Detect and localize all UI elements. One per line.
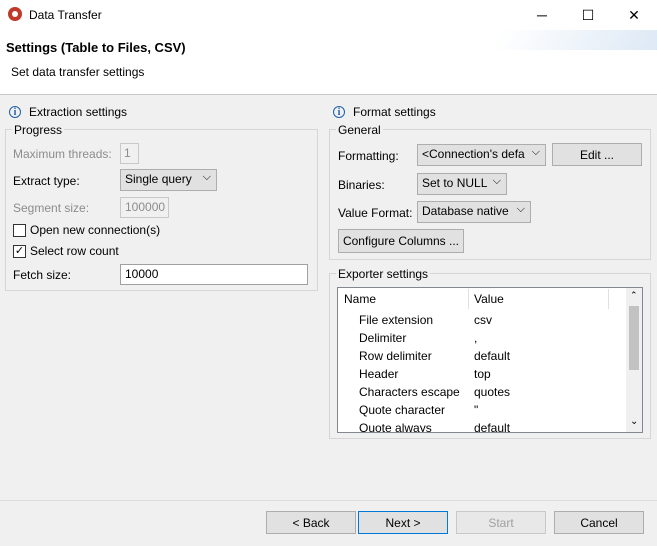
column-divider	[608, 289, 609, 309]
header-banner-decoration	[491, 30, 657, 50]
start-button[interactable]: Start	[456, 511, 546, 534]
chevron-down-icon: ⌵	[529, 146, 540, 159]
close-button[interactable]: ✕	[611, 0, 657, 30]
extract-type-label: Extract type:	[13, 174, 80, 188]
extract-type-value: Single query	[125, 172, 192, 186]
configure-columns-button[interactable]: Configure Columns ...	[338, 229, 464, 253]
column-header-name[interactable]: Name	[344, 292, 376, 306]
segment-size-input: 100000	[120, 197, 169, 218]
scroll-down-arrow-icon[interactable]: ⌄	[630, 417, 638, 427]
page-title: Settings (Table to Files, CSV)	[6, 40, 186, 55]
fetch-size-label: Fetch size:	[13, 268, 72, 282]
edit-formatting-button[interactable]: Edit ...	[552, 143, 642, 166]
row-name[interactable]: Characters escape	[359, 385, 460, 399]
general-group-label: General	[336, 123, 383, 137]
chevron-down-icon: ⌵	[202, 171, 211, 183]
value-format-label: Value Format:	[338, 206, 413, 220]
chevron-down-icon: ⌵	[492, 175, 501, 187]
column-divider[interactable]	[468, 289, 469, 309]
row-name[interactable]: Row delimiter	[359, 349, 432, 363]
max-threads-label: Maximum threads:	[13, 147, 112, 161]
scrollbar-thumb[interactable]	[629, 306, 639, 370]
value-format-select[interactable]: Database native ⌵	[417, 201, 531, 223]
row-name[interactable]: File extension	[359, 313, 433, 327]
scroll-up-arrow-icon[interactable]: ⌃	[630, 290, 638, 300]
title-bar: Data Transfer ─ ☐ ✕	[0, 0, 657, 30]
exporter-settings-label: Exporter settings	[336, 267, 431, 281]
progress-group-label: Progress	[12, 123, 65, 137]
segment-size-label: Segment size:	[13, 201, 90, 215]
column-header-value[interactable]: Value	[474, 292, 504, 306]
row-name[interactable]: Quote always	[359, 421, 432, 432]
formatting-select[interactable]: <Connection's defa ⌵	[417, 144, 546, 166]
row-name[interactable]: Quote character	[359, 403, 445, 417]
row-value[interactable]: default	[474, 421, 510, 432]
footer-divider	[0, 500, 657, 501]
dbeaver-app-icon	[8, 7, 22, 21]
binaries-label: Binaries:	[338, 178, 385, 192]
row-value[interactable]: top	[474, 367, 491, 381]
minimize-button[interactable]: ─	[519, 0, 565, 30]
format-settings-title: Format settings	[353, 105, 436, 119]
fetch-size-input[interactable]: 10000	[120, 264, 308, 285]
open-new-connections-checkbox[interactable]	[13, 224, 26, 237]
row-value[interactable]: default	[474, 349, 510, 363]
binaries-select[interactable]: Set to NULL ⌵	[417, 173, 507, 195]
extract-type-select[interactable]: Single query ⌵	[120, 169, 217, 191]
info-icon: i	[333, 106, 345, 118]
page-description: Set data transfer settings	[11, 65, 145, 79]
open-new-connections-label: Open new connection(s)	[30, 223, 161, 237]
formatting-label: Formatting:	[338, 149, 399, 163]
binaries-value: Set to NULL	[422, 176, 488, 190]
cancel-button[interactable]: Cancel	[554, 511, 644, 534]
row-name[interactable]: Header	[359, 367, 398, 381]
row-value[interactable]: ,	[474, 331, 477, 345]
row-value[interactable]: csv	[474, 313, 492, 327]
chevron-down-icon: ⌵	[516, 203, 525, 215]
maximize-button[interactable]: ☐	[565, 0, 611, 30]
info-icon: i	[9, 106, 21, 118]
select-row-count-checkbox[interactable]: ✓	[13, 245, 26, 258]
value-format-value: Database native	[422, 204, 509, 218]
row-name[interactable]: Delimiter	[359, 331, 406, 345]
window-title: Data Transfer	[29, 8, 102, 22]
back-button[interactable]: < Back	[266, 511, 356, 534]
row-value[interactable]: quotes	[474, 385, 510, 399]
max-threads-input: 1	[120, 143, 139, 164]
row-value[interactable]: "	[474, 403, 478, 417]
next-button[interactable]: Next >	[358, 511, 448, 534]
formatting-value: <Connection's defa	[422, 147, 525, 161]
select-row-count-label: Select row count	[30, 244, 119, 258]
extraction-settings-title: Extraction settings	[29, 105, 128, 119]
vertical-scrollbar[interactable]: ⌃ ⌄	[626, 288, 642, 432]
exporter-settings-table[interactable]: Name Value File extension csv Delimiter …	[337, 287, 643, 433]
